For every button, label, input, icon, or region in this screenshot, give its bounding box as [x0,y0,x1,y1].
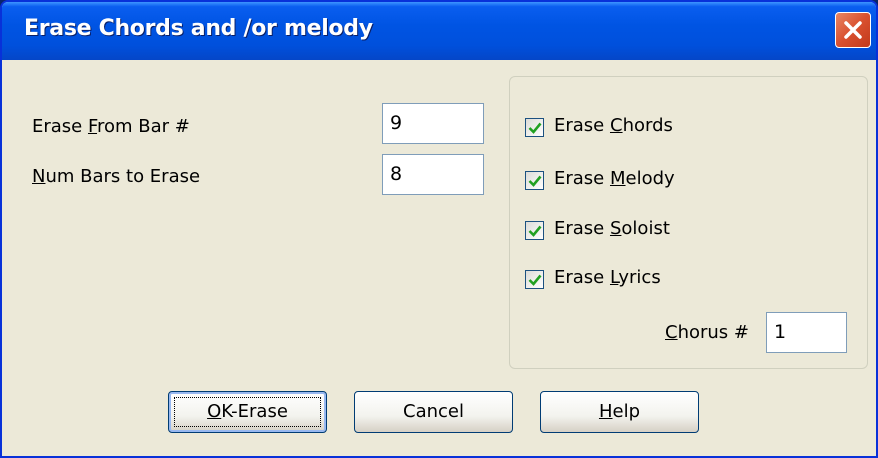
checkmark-icon [528,122,542,134]
help-button[interactable]: Help [540,391,699,433]
checkmark-icon [528,274,542,286]
ok-erase-button[interactable]: OK-Erase [168,391,327,433]
chorus-input[interactable]: 1 [766,312,847,353]
checkbox-box[interactable] [525,171,544,190]
erase-soloist-label: Erase Soloist [554,218,670,239]
erase-melody-label: Erase Melody [554,168,675,189]
erase-from-bar-input[interactable]: 9 [382,103,484,144]
checkbox-box[interactable] [525,221,544,240]
title-bar[interactable]: Erase Chords and /or melody [2,2,876,60]
erase-dialog: Erase Chords and /or melody Erase From B… [0,0,878,458]
dialog-title: Erase Chords and /or melody [24,16,373,41]
checkbox-box[interactable] [525,118,544,137]
checkmark-icon [528,225,542,237]
erase-lyrics-label: Erase Lyrics [554,267,661,288]
checkbox-box[interactable] [525,270,544,289]
erase-chords-label: Erase Chords [554,115,673,136]
focus-rectangle [174,397,321,427]
cancel-button[interactable]: Cancel [354,391,513,433]
checkmark-icon [528,175,542,187]
chorus-label: Chorus # [665,322,749,343]
close-button[interactable] [835,12,871,48]
num-bars-input[interactable]: 8 [382,154,484,195]
num-bars-label: Num Bars to Erase [32,166,201,187]
erase-from-bar-label: Erase From Bar # [32,116,190,137]
close-icon [844,21,862,39]
